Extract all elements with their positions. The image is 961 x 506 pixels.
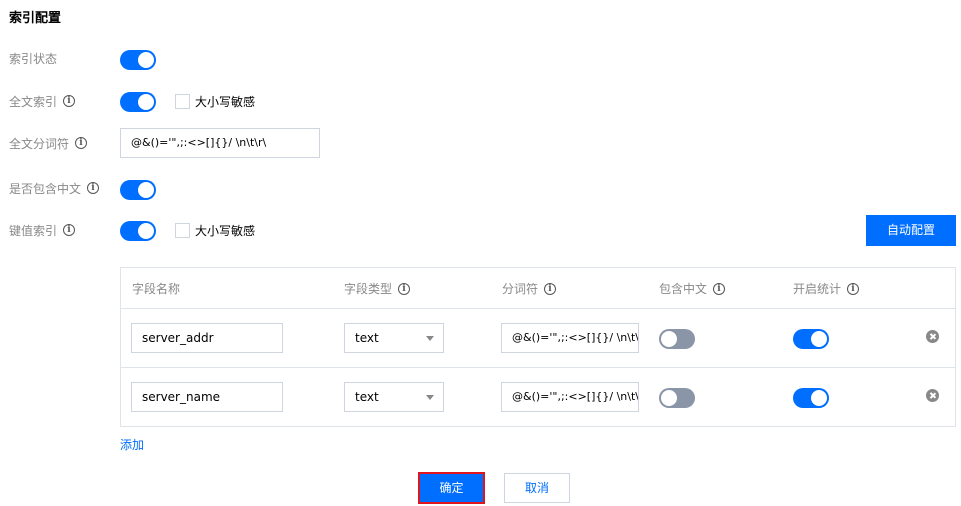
th-include-chinese: 包含中文 i [659,280,726,297]
include-chinese-label-text: 是否包含中文 [9,181,82,196]
field-type-select[interactable]: text [344,382,444,412]
checkbox-label: 大小写敏感 [195,94,256,109]
toggle-knob [138,223,154,239]
index-config-page: 索引配置 索引状态 全文索引 i 大小写敏感 全文分词符 i @&()='",;… [0,0,961,506]
info-icon[interactable]: i [63,224,76,236]
cancel-button[interactable]: 取消 [504,473,570,503]
delimiter-input[interactable]: @&()='",;:<>[]{}/ \n\t\r\ [501,382,639,412]
index-status-toggle[interactable] [120,50,156,70]
info-icon[interactable]: i [398,282,411,295]
th-label: 字段名称 [132,282,181,296]
enable-stats-toggle[interactable] [793,329,829,349]
toggle-knob [138,182,154,198]
chevron-down-icon [426,336,434,341]
fulltext-index-label: 全文索引 i [9,91,76,111]
fulltext-delimiter-input[interactable]: @&()='",;:<>[]{}/ \n\t\r\ [120,128,320,158]
th-field-type: 字段类型 i [344,280,411,297]
checkbox-box[interactable] [175,93,190,109]
table-header: 字段名称 字段类型 i 分词符 i 包含中文 i 开启统计 i [121,268,955,309]
info-icon[interactable]: i [63,95,76,107]
toggle-knob [138,52,154,68]
toggle-knob [138,94,154,110]
add-field-link[interactable]: 添加 [120,436,144,453]
kv-index-label: 键值索引 i [9,220,76,240]
th-label: 字段类型 [344,282,393,296]
kv-index-label-text: 键值索引 [9,223,58,238]
include-chinese-toggle[interactable] [659,329,695,349]
fulltext-index-toggle[interactable] [120,92,156,112]
fulltext-delimiter-label-text: 全文分词符 [9,136,70,151]
toggle-knob [661,390,677,406]
info-icon[interactable]: i [847,282,860,295]
checkbox-label: 大小写敏感 [195,223,256,238]
th-delimiter: 分词符 i [502,280,557,297]
include-chinese-toggle[interactable] [659,388,695,408]
th-label: 开启统计 [793,282,842,296]
toggle-knob [811,331,827,347]
th-enable-stats: 开启统计 i [793,280,860,297]
kv-case-sensitive-checkbox[interactable]: 大小写敏感 [175,220,255,240]
info-icon[interactable]: i [87,182,100,194]
field-name-input[interactable]: server_name [131,382,283,412]
select-value: text [355,331,379,345]
toggle-knob [811,390,827,406]
auto-config-button[interactable]: 自动配置 [866,215,956,246]
index-status-label-text: 索引状态 [9,51,58,66]
info-icon[interactable]: i [544,282,557,295]
kv-index-toggle[interactable] [120,221,156,241]
select-value: text [355,390,379,404]
field-name-input[interactable]: server_addr [131,323,283,353]
kv-field-table: 字段名称 字段类型 i 分词符 i 包含中文 i 开启统计 i server_a… [120,267,956,427]
fulltext-delimiter-label: 全文分词符 i [9,133,88,153]
th-label: 分词符 [502,282,539,296]
field-type-select[interactable]: text [344,323,444,353]
delete-row-icon[interactable] [926,389,939,402]
fulltext-case-sensitive-checkbox[interactable]: 大小写敏感 [175,91,255,111]
table-row: server_name text @&()='",;:<>[]{}/ \n\t\… [121,368,955,427]
enable-stats-toggle[interactable] [793,388,829,408]
delete-row-icon[interactable] [926,330,939,343]
chevron-down-icon [426,395,434,400]
checkbox-box[interactable] [175,222,190,238]
fulltext-index-label-text: 全文索引 [9,94,58,109]
page-title: 索引配置 [9,11,62,26]
index-status-label: 索引状态 [9,48,57,68]
table-row: server_addr text @&()='",;:<>[]{}/ \n\t\… [121,309,955,368]
info-icon[interactable]: i [75,137,88,149]
toggle-knob [661,331,677,347]
th-label: 包含中文 [659,282,708,296]
info-icon[interactable]: i [713,282,726,295]
confirm-button[interactable]: 确定 [418,472,485,504]
delimiter-input[interactable]: @&()='",;:<>[]{}/ \n\t\r\ [501,323,639,353]
th-field-name: 字段名称 [132,280,180,297]
include-chinese-toggle[interactable] [120,180,156,200]
include-chinese-label: 是否包含中文 i [9,178,100,198]
